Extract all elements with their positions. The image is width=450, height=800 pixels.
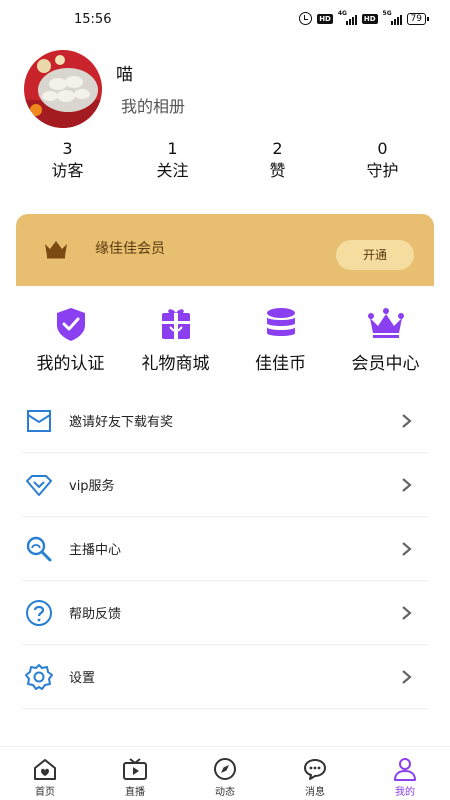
tab-label: 首页 <box>35 787 55 798</box>
alarm-icon <box>299 12 313 25</box>
vip-open-button[interactable]: 开通 <box>336 240 414 270</box>
menu-item-invite[interactable]: 邀请好友下载有奖 <box>22 389 428 453</box>
shield-check-icon <box>56 308 85 341</box>
stat-likes[interactable]: 2 赞 <box>225 139 330 183</box>
tab-live[interactable]: 直播 <box>90 747 180 800</box>
tab-label: 动态 <box>215 787 235 798</box>
crown-icon <box>367 308 404 338</box>
compass-icon <box>214 758 236 780</box>
tab-label: 我的 <box>395 787 415 798</box>
gift-icon <box>161 309 190 339</box>
stat-label: 赞 <box>269 161 286 180</box>
home-icon <box>34 759 56 780</box>
menu-list: 邀请好友下载有奖 vip服务 主播中心 帮助反馈 设置 <box>22 389 428 709</box>
quick-label: 礼物商城 <box>141 354 210 374</box>
menu-item-host-center[interactable]: 主播中心 <box>22 517 428 581</box>
stat-label: 守护 <box>366 161 399 180</box>
hd-badge-2: HD <box>361 13 378 24</box>
menu-item-vip[interactable]: vip服务 <box>22 453 428 517</box>
crown-icon <box>45 241 67 259</box>
avatar[interactable] <box>24 50 102 128</box>
quick-item-verification[interactable]: 我的认证 <box>18 305 123 374</box>
stat-value: 2 <box>272 139 283 158</box>
avatar-image <box>24 50 102 128</box>
hd-badge: HD <box>317 13 333 24</box>
tab-home[interactable]: 首页 <box>0 747 90 800</box>
diamond-icon <box>26 474 52 496</box>
quick-item-gift-shop[interactable]: 礼物商城 <box>123 305 228 374</box>
username: 喵 <box>116 65 133 85</box>
tab-feed[interactable]: 动态 <box>180 747 270 800</box>
quick-actions: 我的认证 礼物商城 佳佳币 会员中心 <box>18 305 438 374</box>
menu-label: 邀请好友下载有奖 <box>69 415 174 430</box>
stat-guardians[interactable]: 0 守护 <box>330 139 435 183</box>
menu-label: 主播中心 <box>69 543 122 558</box>
tv-icon <box>123 758 147 780</box>
quick-label: 佳佳币 <box>255 354 306 374</box>
menu-item-help[interactable]: 帮助反馈 <box>22 581 428 645</box>
status-time: 15:56 <box>74 12 112 27</box>
stat-value: 3 <box>62 139 73 158</box>
quick-label: 我的认证 <box>36 354 105 374</box>
status-bar: 15:56 HD 4G HD 5G 79 <box>0 0 450 40</box>
tab-label: 直播 <box>125 787 145 798</box>
stat-following[interactable]: 1 关注 <box>120 139 225 183</box>
gear-icon <box>25 663 53 690</box>
quick-label: 会员中心 <box>351 354 420 374</box>
quick-item-coins[interactable]: 佳佳币 <box>228 305 333 374</box>
tab-bar: 首页 直播 动态 消息 我的 <box>0 746 450 800</box>
stat-label: 访客 <box>51 161 84 180</box>
battery-icon: 79 <box>406 12 430 25</box>
vip-title: 缘佳佳会员 <box>95 241 165 257</box>
stat-value: 0 <box>377 139 388 158</box>
menu-label: 设置 <box>69 671 96 686</box>
chevron-right-icon <box>402 541 412 556</box>
stat-value: 1 <box>167 139 178 158</box>
chevron-right-icon <box>402 605 412 620</box>
question-icon <box>26 599 52 626</box>
signal-icon: 4G <box>338 10 357 25</box>
chevron-right-icon <box>402 477 412 492</box>
tab-me[interactable]: 我的 <box>360 747 450 800</box>
signal-icon-2: 5G <box>383 10 402 25</box>
stat-label: 关注 <box>156 161 189 180</box>
stat-visitors[interactable]: 3 访客 <box>15 139 120 183</box>
chat-icon <box>304 759 326 780</box>
tab-label: 消息 <box>305 787 325 798</box>
album-link[interactable]: 我的相册 <box>121 93 185 117</box>
vip-banner[interactable]: 缘佳佳会员 开通 <box>16 214 434 286</box>
person-icon <box>394 758 416 781</box>
stats-row: 3 访客 1 关注 2 赞 0 守护 <box>15 139 435 183</box>
chevron-right-icon <box>402 669 412 684</box>
menu-label: vip服务 <box>69 479 115 494</box>
menu-label: 帮助反馈 <box>69 607 122 622</box>
status-icons: HD 4G HD 5G 79 <box>299 10 430 25</box>
coin-stack-icon <box>266 308 295 336</box>
chevron-right-icon <box>402 413 412 428</box>
search-person-icon <box>26 536 52 561</box>
quick-item-member-center[interactable]: 会员中心 <box>333 305 438 374</box>
envelope-icon <box>27 409 51 432</box>
tab-messages[interactable]: 消息 <box>270 747 360 800</box>
menu-item-settings[interactable]: 设置 <box>22 645 428 709</box>
